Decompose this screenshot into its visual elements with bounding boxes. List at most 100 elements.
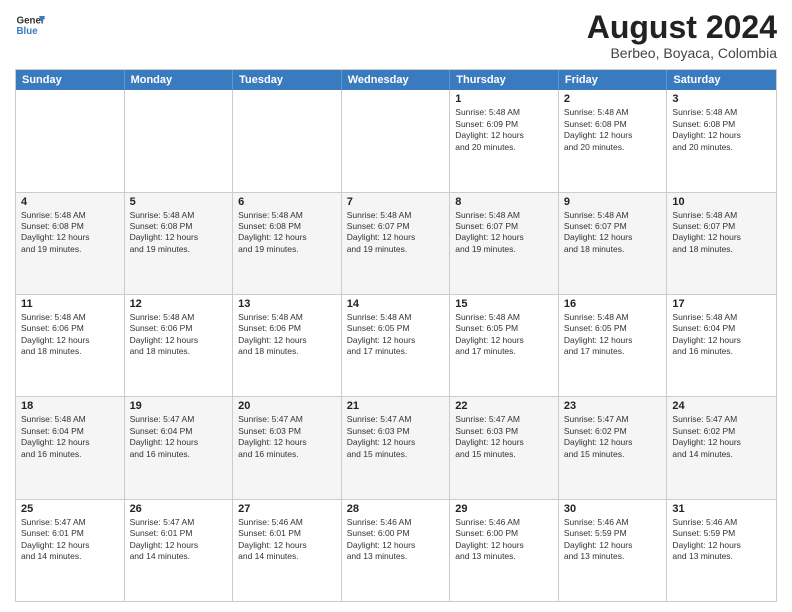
day-info: Sunrise: 5:48 AM Sunset: 6:07 PM Dayligh… xyxy=(347,210,445,256)
logo: General Blue xyxy=(15,10,45,40)
day-number: 17 xyxy=(672,298,771,310)
day-number: 12 xyxy=(130,298,228,310)
day-cell-10: 10 Sunrise: 5:48 AM Sunset: 6:07 PM Dayli… xyxy=(667,193,776,294)
day-number: 8 xyxy=(455,196,553,208)
day-info: Sunrise: 5:48 AM Sunset: 6:04 PM Dayligh… xyxy=(672,312,771,358)
calendar: SundayMondayTuesdayWednesdayThursdayFrid… xyxy=(15,69,777,602)
day-cell-3: 3 Sunrise: 5:48 AM Sunset: 6:08 PM Daylig… xyxy=(667,90,776,191)
day-info: Sunrise: 5:48 AM Sunset: 6:08 PM Dayligh… xyxy=(130,210,228,256)
day-number: 31 xyxy=(672,503,771,515)
day-cell-18: 18Sunrise: 5:48 AM Sunset: 6:04 PM Dayli… xyxy=(16,397,125,498)
day-info: Sunrise: 5:47 AM Sunset: 6:02 PM Dayligh… xyxy=(672,414,771,460)
day-number: 26 xyxy=(130,503,228,515)
day-number: 16 xyxy=(564,298,662,310)
week-row-2: 4 Sunrise: 5:48 AM Sunset: 6:08 PM Daylig… xyxy=(16,193,776,295)
day-number: 9 xyxy=(564,196,662,208)
main-title: August 2024 xyxy=(587,10,777,45)
calendar-body: 1 Sunrise: 5:48 AM Sunset: 6:09 PM Daylig… xyxy=(16,90,776,601)
day-info: Sunrise: 5:48 AM Sunset: 6:06 PM Dayligh… xyxy=(130,312,228,358)
day-info: Sunrise: 5:47 AM Sunset: 6:01 PM Dayligh… xyxy=(130,517,228,563)
day-info: Sunrise: 5:46 AM Sunset: 6:01 PM Dayligh… xyxy=(238,517,336,563)
day-number: 29 xyxy=(455,503,553,515)
day-number: 27 xyxy=(238,503,336,515)
day-of-week-monday: Monday xyxy=(125,70,234,90)
empty-cell xyxy=(342,90,451,191)
day-number: 2 xyxy=(564,93,662,105)
day-info: Sunrise: 5:48 AM Sunset: 6:08 PM Dayligh… xyxy=(672,107,771,153)
week-row-5: 25Sunrise: 5:47 AM Sunset: 6:01 PM Dayli… xyxy=(16,500,776,601)
day-number: 23 xyxy=(564,400,662,412)
day-number: 11 xyxy=(21,298,119,310)
day-number: 20 xyxy=(238,400,336,412)
day-number: 13 xyxy=(238,298,336,310)
day-info: Sunrise: 5:48 AM Sunset: 6:09 PM Dayligh… xyxy=(455,107,553,153)
subtitle: Berbeo, Boyaca, Colombia xyxy=(587,45,777,61)
svg-text:Blue: Blue xyxy=(17,26,39,37)
day-info: Sunrise: 5:48 AM Sunset: 6:08 PM Dayligh… xyxy=(564,107,662,153)
day-cell-6: 6 Sunrise: 5:48 AM Sunset: 6:08 PM Daylig… xyxy=(233,193,342,294)
day-info: Sunrise: 5:47 AM Sunset: 6:02 PM Dayligh… xyxy=(564,414,662,460)
day-info: Sunrise: 5:47 AM Sunset: 6:03 PM Dayligh… xyxy=(455,414,553,460)
calendar-header: SundayMondayTuesdayWednesdayThursdayFrid… xyxy=(16,70,776,90)
day-number: 30 xyxy=(564,503,662,515)
day-of-week-tuesday: Tuesday xyxy=(233,70,342,90)
day-number: 18 xyxy=(21,400,119,412)
day-cell-5: 5 Sunrise: 5:48 AM Sunset: 6:08 PM Daylig… xyxy=(125,193,234,294)
title-block: August 2024 Berbeo, Boyaca, Colombia xyxy=(587,10,777,61)
day-cell-25: 25Sunrise: 5:47 AM Sunset: 6:01 PM Dayli… xyxy=(16,500,125,601)
empty-cell xyxy=(233,90,342,191)
day-cell-26: 26 Sunrise: 5:47 AM Sunset: 6:01 PM Dayli… xyxy=(125,500,234,601)
day-cell-12: 12 Sunrise: 5:48 AM Sunset: 6:06 PM Dayli… xyxy=(125,295,234,396)
day-cell-9: 9Sunrise: 5:48 AM Sunset: 6:07 PM Daylig… xyxy=(559,193,668,294)
day-cell-1: 1 Sunrise: 5:48 AM Sunset: 6:09 PM Daylig… xyxy=(450,90,559,191)
page: General Blue August 2024 Berbeo, Boyaca,… xyxy=(0,0,792,612)
day-cell-17: 17 Sunrise: 5:48 AM Sunset: 6:04 PM Dayli… xyxy=(667,295,776,396)
day-info: Sunrise: 5:48 AM Sunset: 6:05 PM Dayligh… xyxy=(564,312,662,358)
day-cell-24: 24 Sunrise: 5:47 AM Sunset: 6:02 PM Dayli… xyxy=(667,397,776,498)
week-row-3: 11 Sunrise: 5:48 AM Sunset: 6:06 PM Dayli… xyxy=(16,295,776,397)
day-cell-19: 19Sunrise: 5:47 AM Sunset: 6:04 PM Dayli… xyxy=(125,397,234,498)
day-number: 6 xyxy=(238,196,336,208)
header: General Blue August 2024 Berbeo, Boyaca,… xyxy=(15,10,777,61)
empty-cell xyxy=(125,90,234,191)
empty-cell xyxy=(16,90,125,191)
day-cell-2: 2 Sunrise: 5:48 AM Sunset: 6:08 PM Daylig… xyxy=(559,90,668,191)
day-info: Sunrise: 5:47 AM Sunset: 6:03 PM Dayligh… xyxy=(347,414,445,460)
week-row-1: 1 Sunrise: 5:48 AM Sunset: 6:09 PM Daylig… xyxy=(16,90,776,192)
day-number: 1 xyxy=(455,93,553,105)
day-of-week-wednesday: Wednesday xyxy=(342,70,451,90)
day-cell-14: 14Sunrise: 5:48 AM Sunset: 6:05 PM Dayli… xyxy=(342,295,451,396)
day-number: 14 xyxy=(347,298,445,310)
day-cell-22: 22 Sunrise: 5:47 AM Sunset: 6:03 PM Dayli… xyxy=(450,397,559,498)
week-row-4: 18Sunrise: 5:48 AM Sunset: 6:04 PM Dayli… xyxy=(16,397,776,499)
day-info: Sunrise: 5:48 AM Sunset: 6:08 PM Dayligh… xyxy=(238,210,336,256)
day-of-week-saturday: Saturday xyxy=(667,70,776,90)
day-cell-16: 16 Sunrise: 5:48 AM Sunset: 6:05 PM Dayli… xyxy=(559,295,668,396)
day-number: 3 xyxy=(672,93,771,105)
day-cell-20: 20 Sunrise: 5:47 AM Sunset: 6:03 PM Dayli… xyxy=(233,397,342,498)
day-cell-8: 8Sunrise: 5:48 AM Sunset: 6:07 PM Daylig… xyxy=(450,193,559,294)
day-cell-28: 28Sunrise: 5:46 AM Sunset: 6:00 PM Dayli… xyxy=(342,500,451,601)
day-info: Sunrise: 5:48 AM Sunset: 6:06 PM Dayligh… xyxy=(238,312,336,358)
day-info: Sunrise: 5:47 AM Sunset: 6:03 PM Dayligh… xyxy=(238,414,336,460)
day-info: Sunrise: 5:46 AM Sunset: 5:59 PM Dayligh… xyxy=(564,517,662,563)
day-cell-31: 31 Sunrise: 5:46 AM Sunset: 5:59 PM Dayli… xyxy=(667,500,776,601)
day-info: Sunrise: 5:48 AM Sunset: 6:07 PM Dayligh… xyxy=(672,210,771,256)
day-info: Sunrise: 5:46 AM Sunset: 6:00 PM Dayligh… xyxy=(347,517,445,563)
day-info: Sunrise: 5:46 AM Sunset: 5:59 PM Dayligh… xyxy=(672,517,771,563)
day-cell-27: 27 Sunrise: 5:46 AM Sunset: 6:01 PM Dayli… xyxy=(233,500,342,601)
day-of-week-thursday: Thursday xyxy=(450,70,559,90)
day-number: 22 xyxy=(455,400,553,412)
day-info: Sunrise: 5:48 AM Sunset: 6:08 PM Dayligh… xyxy=(21,210,119,256)
day-cell-30: 30 Sunrise: 5:46 AM Sunset: 5:59 PM Dayli… xyxy=(559,500,668,601)
day-number: 5 xyxy=(130,196,228,208)
day-of-week-friday: Friday xyxy=(559,70,668,90)
day-cell-29: 29 Sunrise: 5:46 AM Sunset: 6:00 PM Dayli… xyxy=(450,500,559,601)
day-number: 24 xyxy=(672,400,771,412)
day-cell-21: 21Sunrise: 5:47 AM Sunset: 6:03 PM Dayli… xyxy=(342,397,451,498)
day-of-week-sunday: Sunday xyxy=(16,70,125,90)
day-number: 10 xyxy=(672,196,771,208)
day-info: Sunrise: 5:46 AM Sunset: 6:00 PM Dayligh… xyxy=(455,517,553,563)
day-cell-11: 11Sunrise: 5:48 AM Sunset: 6:06 PM Dayli… xyxy=(16,295,125,396)
day-number: 4 xyxy=(21,196,119,208)
